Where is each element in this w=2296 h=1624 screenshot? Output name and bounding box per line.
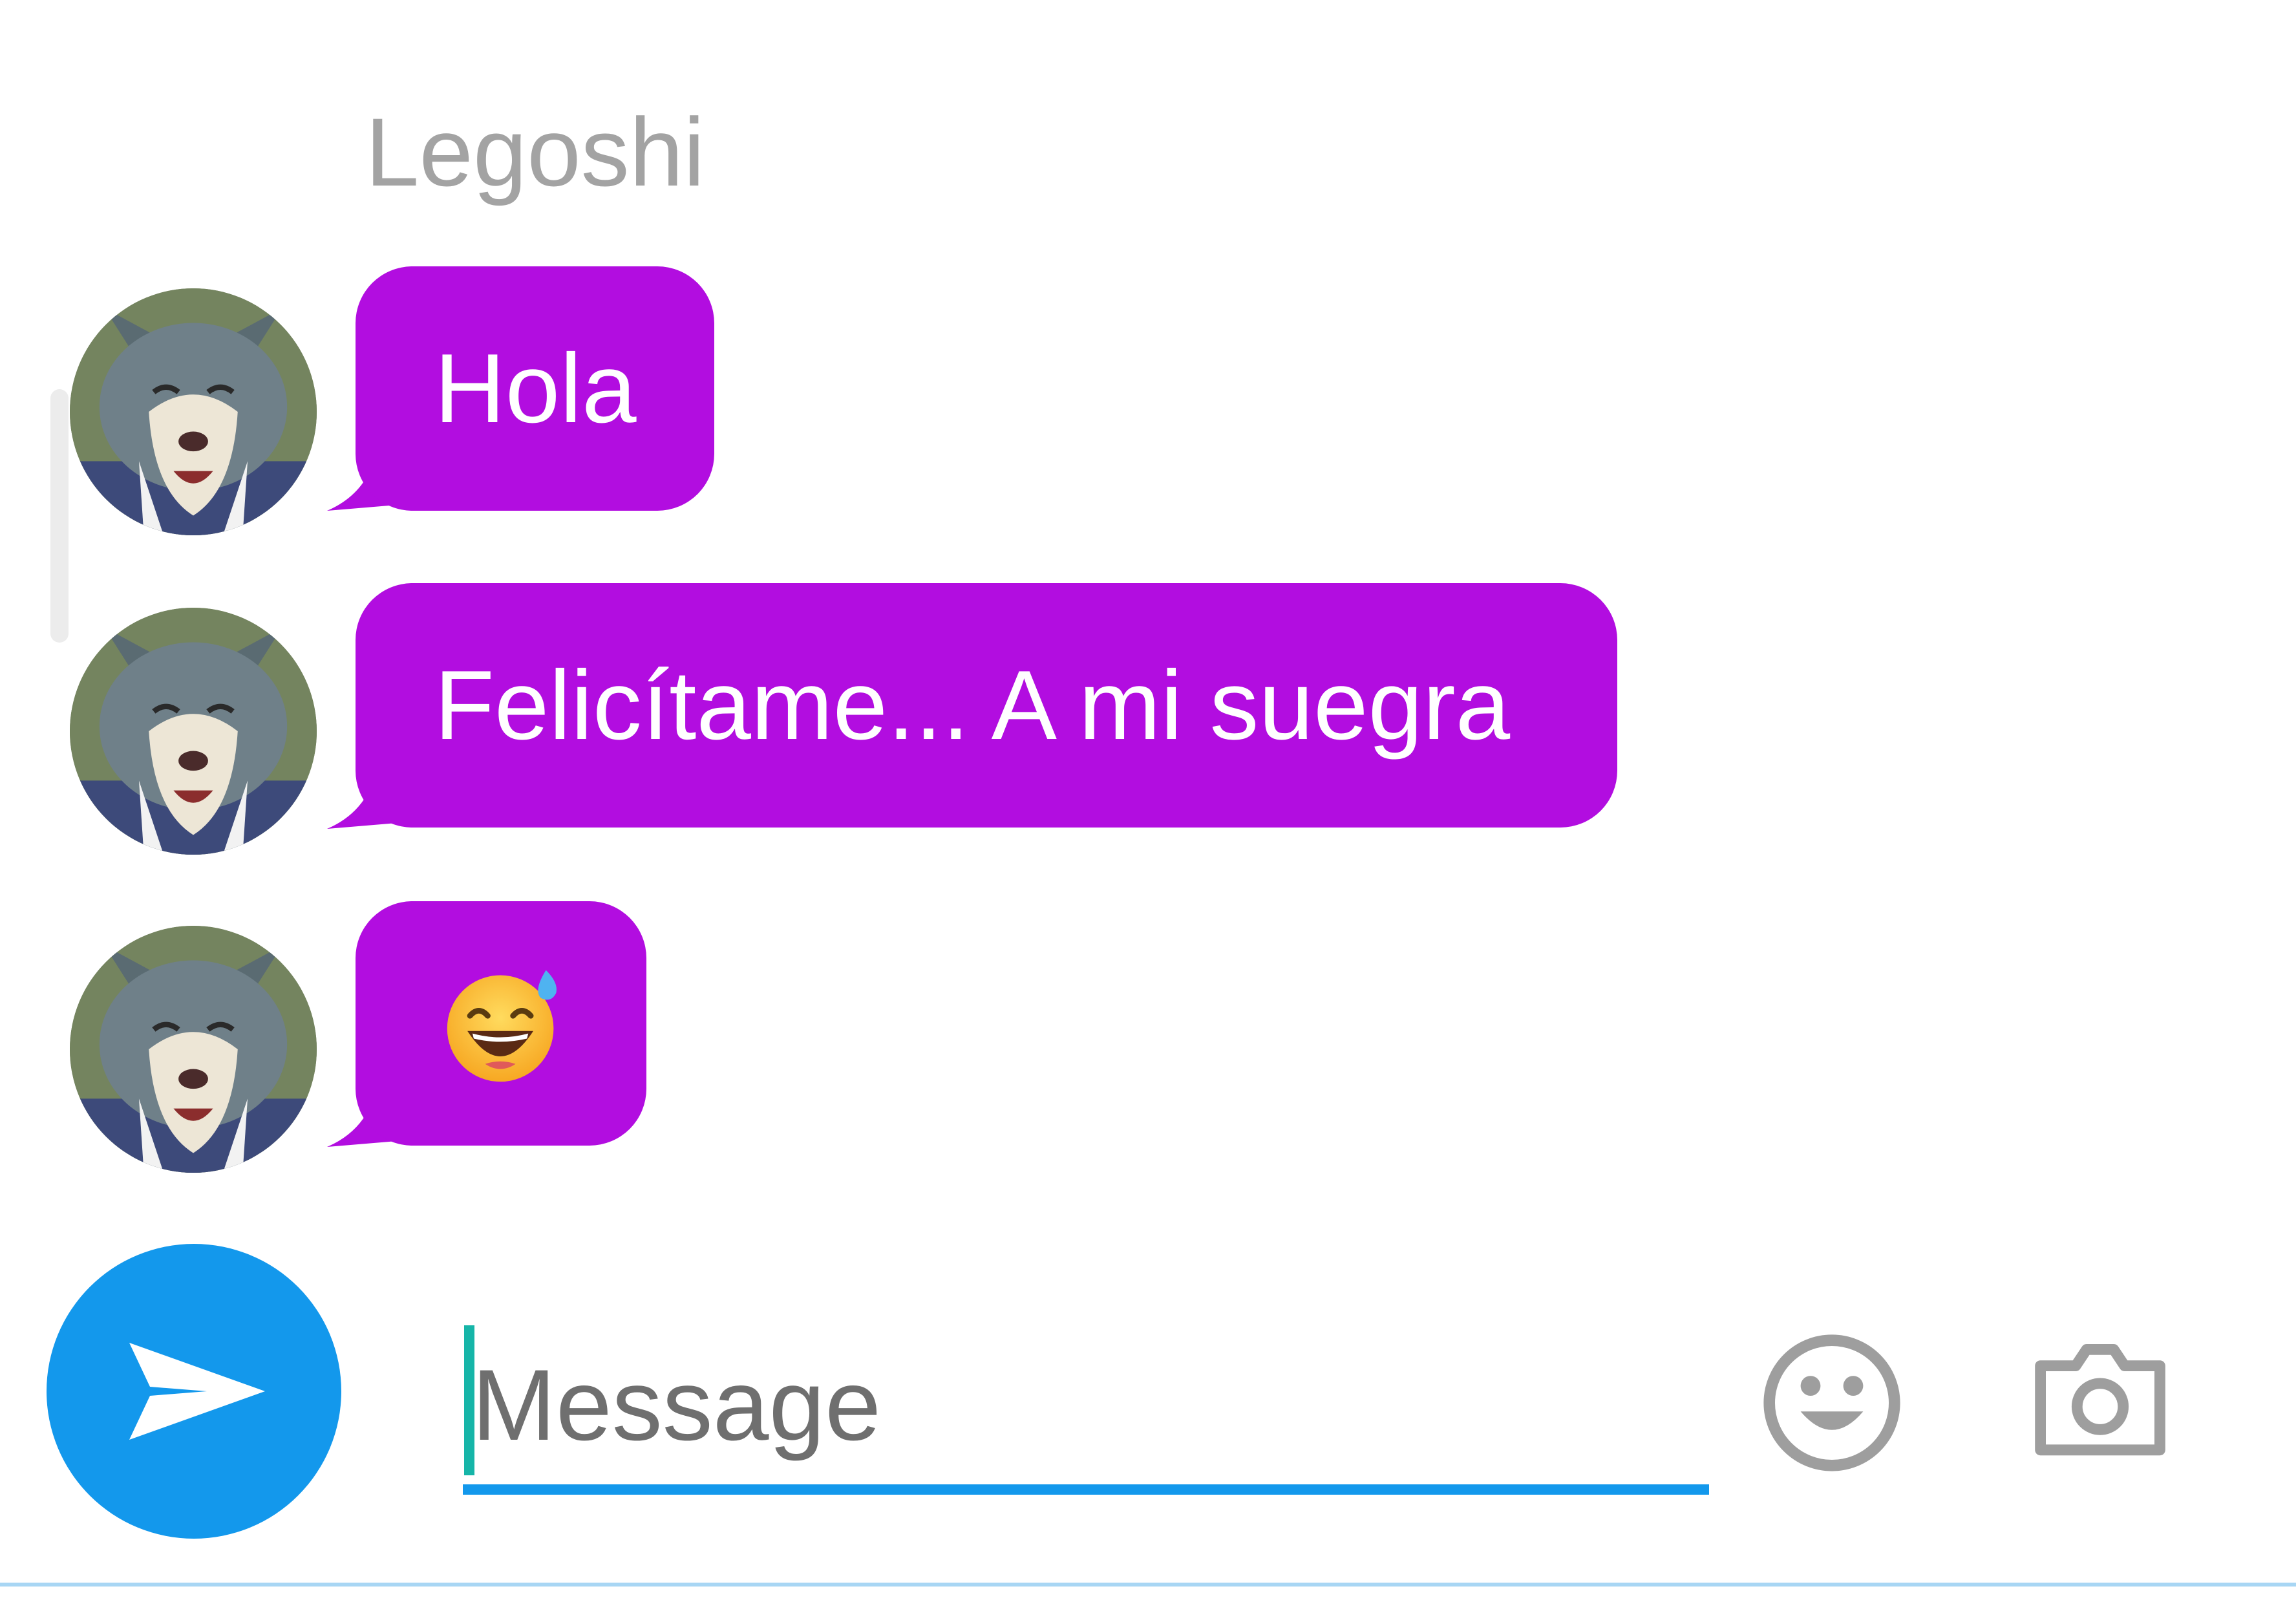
grinning-face-with-sweat-icon <box>447 970 557 1082</box>
camera-button[interactable] <box>2032 1330 2168 1466</box>
smiley-icon <box>1763 1334 1900 1471</box>
send-button[interactable] <box>47 1244 341 1539</box>
wolf-avatar-image <box>70 926 317 1173</box>
wolf-avatar-image <box>70 608 317 855</box>
bottom-divider <box>0 1583 2296 1587</box>
avatar[interactable] <box>70 288 317 535</box>
message-bubble[interactable]: Felicítame... A mi suegra <box>356 583 1618 828</box>
message-composer <box>463 1319 1709 1500</box>
sender-name: Legoshi <box>365 98 705 206</box>
emoji-button[interactable] <box>1761 1332 1903 1474</box>
input-underline <box>463 1484 1709 1495</box>
message-text: Hola <box>434 334 637 443</box>
camera-icon <box>2035 1344 2165 1456</box>
avatar[interactable] <box>70 926 317 1173</box>
send-icon <box>129 1343 265 1440</box>
message-input[interactable] <box>463 1319 1709 1492</box>
message-text: Felicítame... A mi suegra <box>434 650 1511 760</box>
avatar[interactable] <box>70 608 317 855</box>
text-caret <box>464 1325 474 1475</box>
wolf-avatar-image <box>70 288 317 535</box>
message-bubble[interactable] <box>356 901 646 1146</box>
scrollbar[interactable] <box>50 389 69 643</box>
message-bubble[interactable]: Hola <box>356 266 714 511</box>
